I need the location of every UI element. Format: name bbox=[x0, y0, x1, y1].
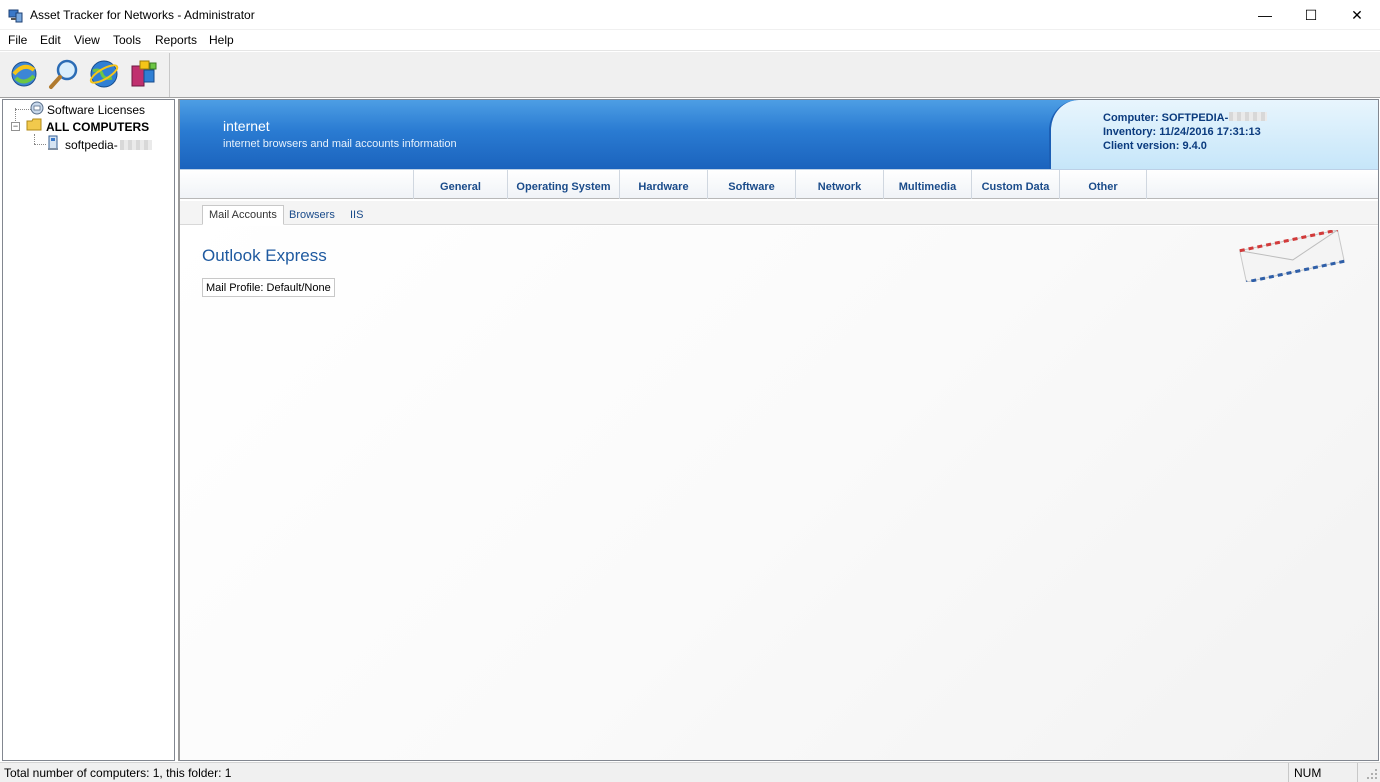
licenses-icon bbox=[29, 100, 45, 119]
toolbar bbox=[0, 52, 1380, 98]
search-button[interactable] bbox=[46, 57, 82, 93]
inventory-date: Inventory: 11/24/2016 17:31:13 bbox=[1103, 126, 1261, 138]
num-lock-indicator: NUM bbox=[1288, 763, 1358, 782]
subtab-mail-accounts[interactable]: Mail Accounts bbox=[202, 205, 284, 225]
category-banner: internet internet browsers and mail acco… bbox=[180, 100, 1378, 169]
tree-item-label: softpedia- bbox=[65, 137, 118, 152]
menu-view[interactable]: View bbox=[74, 33, 100, 47]
window-title: Asset Tracker for Networks - Administrat… bbox=[30, 8, 255, 22]
tree-item-label: ALL COMPUTERS bbox=[46, 119, 150, 134]
packages-icon bbox=[128, 58, 160, 93]
menu-reports[interactable]: Reports bbox=[155, 33, 197, 47]
internet-icon bbox=[88, 58, 120, 93]
category-tabs: General Operating System Hardware Softwa… bbox=[180, 169, 1378, 199]
menu-tools[interactable]: Tools bbox=[113, 33, 141, 47]
collapse-icon: − bbox=[12, 121, 19, 131]
minimize-button[interactable]: — bbox=[1242, 0, 1288, 30]
content-panel: internet internet browsers and mail acco… bbox=[178, 99, 1379, 761]
packages-button[interactable] bbox=[126, 57, 162, 93]
mail-profile-value: Mail Profile: Default/None bbox=[202, 278, 335, 297]
tab-general[interactable]: General bbox=[413, 170, 507, 199]
details-area: Outlook Express Mail Profile: Default/No… bbox=[180, 226, 1378, 760]
tab-other[interactable]: Other bbox=[1059, 170, 1147, 199]
tab-multimedia[interactable]: Multimedia bbox=[883, 170, 971, 199]
tree-connector bbox=[34, 134, 35, 144]
menu-bar: File Edit View Tools Reports Help bbox=[0, 30, 1380, 51]
computer-name: Computer: SOFTPEDIA- bbox=[1103, 112, 1268, 124]
folder-icon bbox=[26, 118, 43, 135]
tree-item-computer[interactable]: softpedia- bbox=[45, 135, 152, 154]
resize-grip-icon[interactable] bbox=[1366, 768, 1378, 780]
tab-software[interactable]: Software bbox=[707, 170, 795, 199]
menu-file[interactable]: File bbox=[8, 33, 27, 47]
menu-help[interactable]: Help bbox=[209, 33, 234, 47]
subtab-iis[interactable]: IIS bbox=[344, 205, 369, 225]
menu-edit[interactable]: Edit bbox=[40, 33, 61, 47]
tab-custom-data[interactable]: Custom Data bbox=[971, 170, 1059, 199]
refresh-icon bbox=[8, 58, 40, 93]
refresh-button[interactable] bbox=[6, 57, 42, 93]
close-button[interactable]: ✕ bbox=[1334, 0, 1380, 30]
search-icon bbox=[48, 58, 80, 93]
subtab-browsers[interactable]: Browsers bbox=[283, 205, 341, 225]
tree-item-all-computers[interactable]: ALL COMPUTERS bbox=[26, 118, 149, 135]
close-icon: ✕ bbox=[1351, 6, 1363, 23]
computer-tree: Software Licenses − ALL COMPUTERS softpe… bbox=[2, 99, 175, 761]
tree-item-software-licenses[interactable]: Software Licenses bbox=[29, 101, 145, 118]
computer-icon bbox=[45, 135, 61, 154]
status-bar: Total number of computers: 1, this folde… bbox=[0, 762, 1380, 782]
tab-operating-system[interactable]: Operating System bbox=[507, 170, 619, 199]
maximize-button[interactable]: ☐ bbox=[1288, 0, 1334, 30]
title-bar: Asset Tracker for Networks - Administrat… bbox=[0, 0, 1380, 30]
section-title: Outlook Express bbox=[202, 246, 327, 265]
tree-expander[interactable]: − bbox=[11, 122, 20, 131]
internet-button[interactable] bbox=[86, 57, 122, 93]
banner-subtitle: internet browsers and mail accounts info… bbox=[223, 138, 457, 150]
status-text: Total number of computers: 1, this folde… bbox=[4, 766, 232, 780]
toolbar-button-group bbox=[2, 53, 170, 97]
banner-title: internet bbox=[223, 118, 270, 134]
redacted-hostname bbox=[119, 139, 152, 150]
tab-hardware[interactable]: Hardware bbox=[619, 170, 707, 199]
minimize-icon: — bbox=[1258, 7, 1272, 23]
client-version: Client version: 9.4.0 bbox=[1103, 140, 1207, 152]
computer-info: Computer: SOFTPEDIA- Inventory: 11/24/20… bbox=[1049, 100, 1378, 169]
redacted-hostname bbox=[1229, 112, 1268, 121]
envelope-icon bbox=[1234, 228, 1350, 284]
app-icon bbox=[8, 7, 24, 23]
subtabs: Mail Accounts Browsers IIS bbox=[180, 201, 1378, 225]
tab-network[interactable]: Network bbox=[795, 170, 883, 199]
maximize-icon: ☐ bbox=[1304, 6, 1318, 23]
tree-item-label: Software Licenses bbox=[47, 102, 146, 117]
